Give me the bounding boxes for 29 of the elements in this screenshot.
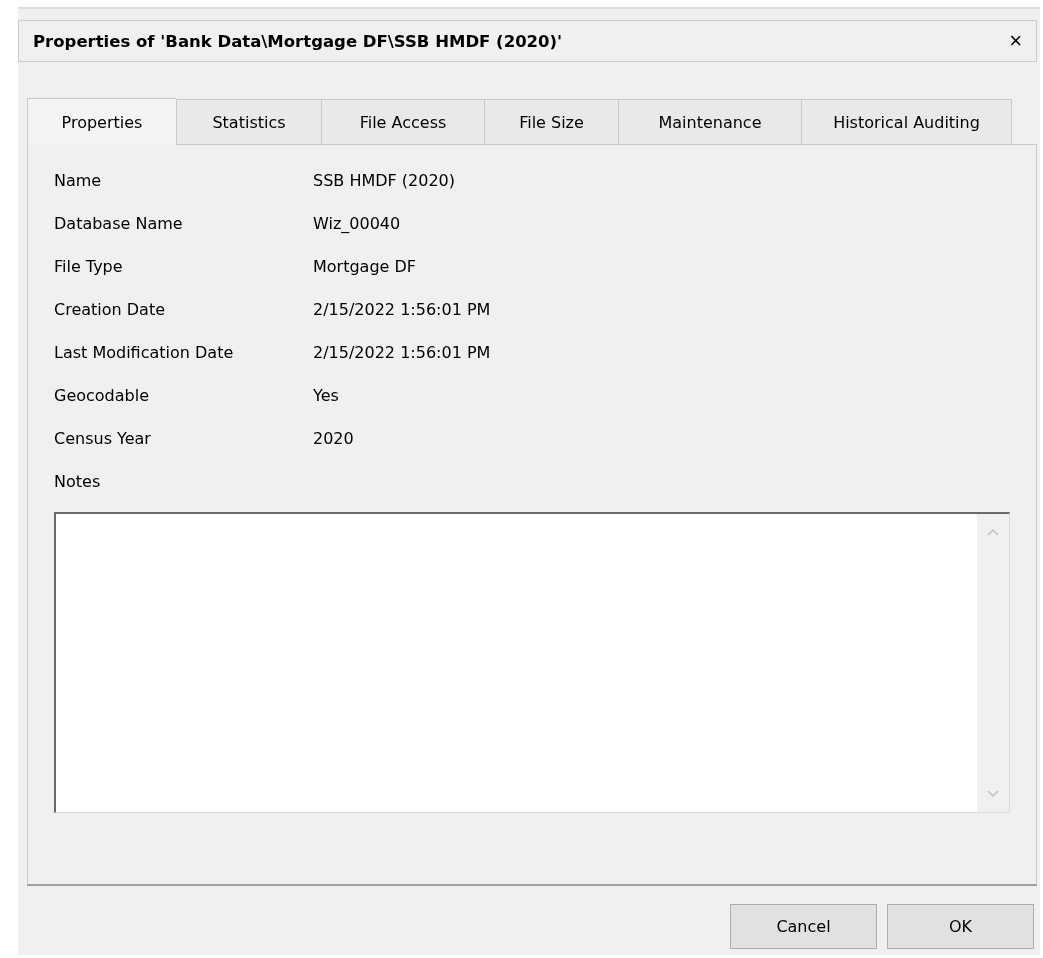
property-label: Last Modification Date bbox=[54, 343, 235, 362]
property-value: 2020 bbox=[313, 429, 355, 448]
notes-label: Notes bbox=[54, 472, 102, 491]
property-label: Creation Date bbox=[54, 300, 167, 319]
window-title: Properties of 'Bank Data\Mortgage DF\SSB HMDF (2020)' bbox=[33, 31, 563, 51]
property-label: Database Name bbox=[54, 214, 184, 233]
property-value: SSB HMDF (2020) bbox=[313, 171, 457, 190]
scroll-up-icon[interactable] bbox=[987, 528, 999, 536]
property-label: Geocodable bbox=[54, 386, 151, 405]
notes-field[interactable] bbox=[54, 512, 1010, 813]
tab[interactable]: File Size bbox=[484, 99, 618, 145]
scroll-down-icon[interactable] bbox=[987, 790, 999, 798]
property-value: 2/15/2022 1:56:01 PM bbox=[313, 343, 492, 362]
tab[interactable]: File Access bbox=[321, 99, 484, 145]
property-value: Yes bbox=[313, 386, 340, 405]
property-label: File Type bbox=[54, 257, 124, 276]
property-value: Mortgage DF bbox=[313, 257, 417, 276]
property-label: Name bbox=[54, 171, 103, 190]
tab[interactable]: Properties bbox=[27, 98, 176, 145]
scrollbar[interactable] bbox=[977, 514, 1009, 812]
property-label: Census Year bbox=[54, 429, 152, 448]
property-value: 2/15/2022 1:56:01 PM bbox=[313, 300, 492, 319]
property-value: Wiz_00040 bbox=[313, 214, 402, 233]
tab[interactable]: Historical Auditing bbox=[801, 99, 1012, 145]
close-button[interactable]: × bbox=[1009, 28, 1022, 54]
cancel-button[interactable]: Cancel bbox=[730, 904, 877, 949]
tab[interactable]: Maintenance bbox=[618, 99, 801, 145]
tab[interactable]: Statistics bbox=[176, 99, 321, 145]
ok-button[interactable]: OK bbox=[887, 904, 1034, 949]
